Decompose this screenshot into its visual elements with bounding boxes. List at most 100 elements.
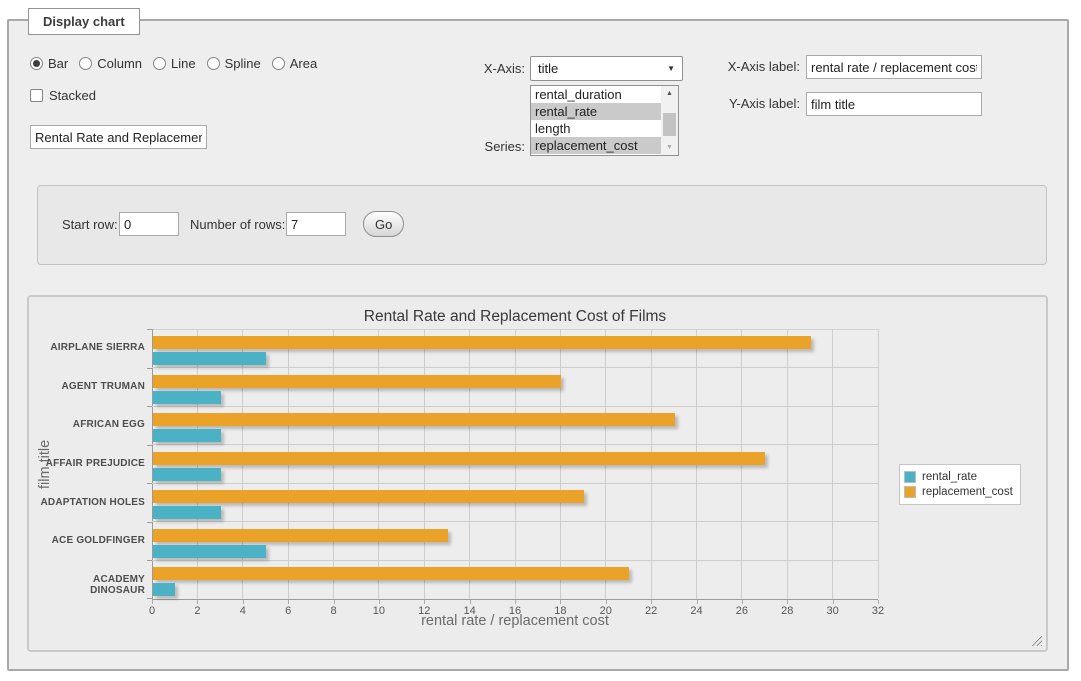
start-row-input[interactable] (119, 212, 179, 236)
x-tick-mark (424, 600, 425, 604)
radio-label: Column (97, 56, 142, 71)
series-option-replacement_cost[interactable]: replacement_cost (531, 137, 662, 154)
x-tick-mark (560, 600, 561, 604)
number-of-rows-label: Number of rows: (190, 217, 285, 232)
number-of-rows-input[interactable] (286, 212, 346, 236)
series-listbox[interactable]: rental_durationrental_ratelengthreplacem… (530, 85, 679, 156)
legend-item-replacement_cost: replacement_cost (904, 486, 1013, 498)
y-axis-label-field-label: Y-Axis label: (698, 96, 800, 111)
series-option-rental_rate[interactable]: rental_rate (531, 103, 662, 120)
scrollbar-thumb[interactable] (663, 113, 676, 136)
series-select-label: Series: (425, 139, 525, 154)
y-tick-mark (147, 483, 152, 484)
legend-item-rental_rate: rental_rate (904, 471, 1013, 483)
radio-label: Line (171, 56, 196, 71)
bar-rental_rate-ace-goldfinger (153, 545, 266, 558)
x-tick-mark (787, 600, 788, 604)
x-axis-label-input[interactable] (806, 55, 982, 79)
chart-x-axis-title: rental rate / replacement cost (152, 613, 878, 629)
scroll-down-icon[interactable]: ▼ (661, 140, 678, 155)
category-label: ACE GOLDFINGER (39, 535, 145, 546)
chart-type-radio-area[interactable]: Area (272, 56, 317, 71)
horizontal-gridline (152, 406, 878, 407)
bar-rental_rate-airplane-sierra (153, 352, 266, 365)
horizontal-gridline (152, 483, 878, 484)
bar-replacement_cost-adaptation-holes (153, 490, 584, 503)
x-axis-selected-value: title (538, 61, 558, 76)
chart-type-radio-column[interactable]: Column (79, 56, 142, 71)
y-tick-mark (147, 445, 152, 446)
y-tick-mark (147, 598, 152, 599)
chart-title-input[interactable] (30, 125, 207, 149)
resize-handle-icon[interactable] (1030, 634, 1042, 646)
y-tick-mark (147, 406, 152, 407)
horizontal-gridline (152, 367, 878, 368)
radio-label: Bar (48, 56, 68, 71)
category-label: AFRICAN EGG (39, 419, 145, 430)
category-label: ACADEMY DINOSAUR (39, 574, 145, 596)
category-label: AIRPLANE SIERRA (39, 342, 145, 353)
bar-rental_rate-adaptation-holes (153, 506, 221, 519)
bar-rental_rate-agent-truman (153, 391, 221, 404)
x-tick-mark (152, 600, 153, 604)
x-tick-mark (833, 600, 834, 604)
radio-column[interactable] (79, 57, 92, 70)
legend-label: replacement_cost (922, 486, 1013, 498)
x-axis-select[interactable]: title ▼ (530, 56, 683, 81)
radio-bar[interactable] (30, 57, 43, 70)
bar-replacement_cost-academy-dinosaur (153, 567, 629, 580)
radio-area[interactable] (272, 57, 285, 70)
chart-title: Rental Rate and Replacement Cost of Film… (152, 308, 878, 326)
bar-rental_rate-academy-dinosaur (153, 583, 175, 596)
horizontal-gridline (152, 521, 878, 522)
radio-line[interactable] (153, 57, 166, 70)
y-axis-label-input[interactable] (806, 92, 982, 116)
scroll-up-icon[interactable]: ▲ (661, 86, 678, 101)
radio-label: Spline (225, 56, 261, 71)
x-axis-select-label: X-Axis: (425, 61, 525, 76)
row-range-panel (37, 185, 1047, 265)
chart-legend: rental_rate replacement_cost (899, 464, 1021, 505)
bar-replacement_cost-agent-truman (153, 375, 561, 388)
x-tick-mark (515, 600, 516, 604)
legend-label: rental_rate (922, 471, 977, 483)
bar-rental_rate-affair-prejudice (153, 468, 221, 481)
stacked-checkbox[interactable] (30, 89, 43, 102)
x-tick-mark (334, 600, 335, 604)
chevron-down-icon: ▼ (667, 64, 675, 73)
legend-swatch-rental_rate (904, 471, 916, 483)
chart-type-radio-bar[interactable]: Bar (30, 56, 68, 71)
chart-type-radio-line[interactable]: Line (153, 56, 196, 71)
x-tick-mark (379, 600, 380, 604)
bar-replacement_cost-airplane-sierra (153, 336, 811, 349)
fieldset-legend: Display chart (28, 8, 140, 35)
legend-swatch-replacement_cost (904, 486, 916, 498)
chart-type-radio-spline[interactable]: Spline (207, 56, 261, 71)
series-option-length[interactable]: length (531, 120, 662, 137)
x-tick-mark (197, 600, 198, 604)
y-tick-mark (147, 522, 152, 523)
stacked-label: Stacked (49, 88, 96, 103)
stacked-checkbox-row: Stacked (30, 88, 96, 103)
y-tick-mark (147, 329, 152, 330)
chart-type-radio-group: Bar Column Line Spline Area (30, 56, 328, 71)
series-scrollbar[interactable]: ▲ ▼ (661, 86, 678, 155)
radio-spline[interactable] (207, 57, 220, 70)
x-tick-mark (470, 600, 471, 604)
vertical-gridline (787, 329, 788, 599)
category-label: AFFAIR PREJUDICE (39, 458, 145, 469)
bar-replacement_cost-affair-prejudice (153, 452, 765, 465)
y-tick-mark (147, 560, 152, 561)
category-label: AGENT TRUMAN (39, 381, 145, 392)
category-label: ADAPTATION HOLES (39, 497, 145, 508)
x-tick-mark (288, 600, 289, 604)
series-option-rental_duration[interactable]: rental_duration (531, 86, 662, 103)
page: Display chart Bar Column Line Spline Area St… (0, 0, 1081, 681)
x-tick-mark (651, 600, 652, 604)
series-options: rental_durationrental_ratelengthreplacem… (531, 86, 678, 154)
x-tick-mark (697, 600, 698, 604)
vertical-gridline (878, 329, 879, 599)
go-button[interactable]: Go (363, 211, 404, 237)
vertical-gridline (832, 329, 833, 599)
radio-label: Area (290, 56, 317, 71)
